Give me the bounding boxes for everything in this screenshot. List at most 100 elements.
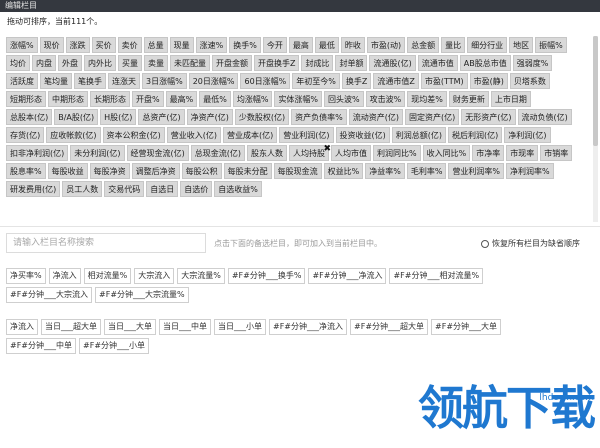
column-tag[interactable]: 总资产(亿) bbox=[138, 109, 185, 125]
column-tag[interactable]: 总现金流(亿) bbox=[190, 145, 245, 161]
column-tag[interactable]: 最高% bbox=[165, 91, 198, 107]
column-tag[interactable]: 流动负债(亿) bbox=[517, 109, 572, 125]
column-tag[interactable]: 资产负债率% bbox=[291, 109, 347, 125]
column-tag[interactable]: 地区 bbox=[509, 37, 534, 53]
search-input[interactable] bbox=[6, 233, 206, 253]
candidate-column[interactable]: 净流入 bbox=[48, 268, 81, 284]
column-tag[interactable]: 最高 bbox=[288, 37, 313, 53]
scrollbar[interactable] bbox=[593, 36, 598, 222]
candidate-column[interactable]: 净买率% bbox=[6, 268, 46, 284]
candidate-column[interactable]: 大宗流入 bbox=[134, 268, 175, 284]
candidate-column[interactable]: 当日___中单 bbox=[159, 319, 211, 335]
column-tag[interactable]: 短期形态 bbox=[6, 91, 46, 107]
column-tag[interactable]: 每股现金流 bbox=[273, 163, 322, 179]
column-tag[interactable]: 毛利率% bbox=[406, 163, 447, 179]
candidate-column[interactable]: #F#分钟___大宗流入 bbox=[6, 287, 93, 303]
column-tag[interactable]: 流通市值Z bbox=[373, 73, 419, 89]
column-tag[interactable]: 年初至今% bbox=[292, 73, 340, 89]
column-tag[interactable]: 自选日 bbox=[146, 181, 179, 197]
column-tag[interactable]: 内外比 bbox=[84, 55, 116, 71]
candidate-column[interactable]: #F#分钟___大宗流量% bbox=[95, 287, 189, 303]
column-tag[interactable]: 股息率% bbox=[6, 163, 46, 179]
column-tag[interactable]: 换手% bbox=[229, 37, 261, 53]
column-tag[interactable]: 封单额 bbox=[335, 55, 368, 71]
candidate-column[interactable]: #F#分钟___净流入 bbox=[308, 268, 387, 284]
column-tag[interactable]: H股(亿) bbox=[100, 109, 137, 125]
column-tag[interactable]: 封成比 bbox=[301, 55, 334, 71]
candidate-column[interactable]: #F#分钟___中单 bbox=[6, 338, 77, 354]
column-tag[interactable]: 无形资产(亿) bbox=[461, 109, 516, 125]
column-tag[interactable]: 未分利润(亿) bbox=[70, 145, 125, 161]
column-tag[interactable]: 未匹配量 bbox=[170, 55, 210, 71]
column-tag[interactable]: 市盈(动) bbox=[366, 37, 406, 53]
column-tag[interactable]: 投资收益(亿) bbox=[335, 127, 390, 143]
column-tag[interactable]: 净利润(亿) bbox=[504, 127, 551, 143]
column-tag[interactable]: 营业利润(亿) bbox=[279, 127, 334, 143]
column-tag[interactable]: 自选收益% bbox=[214, 181, 262, 197]
column-tag[interactable]: 开盘% bbox=[132, 91, 164, 107]
column-tag[interactable]: 总金额 bbox=[407, 37, 440, 53]
column-tag[interactable]: 昨收 bbox=[340, 37, 365, 53]
candidate-column[interactable]: #F#分钟___相对流量% bbox=[389, 268, 484, 284]
column-tag[interactable]: 人均持股 ✖ bbox=[289, 144, 331, 161]
column-tag[interactable]: 买量 bbox=[118, 55, 142, 71]
column-tag[interactable]: 每股收益 bbox=[47, 163, 88, 179]
column-tag[interactable]: 资本公积金(亿) bbox=[102, 127, 165, 143]
column-tag[interactable]: 今开 bbox=[262, 37, 287, 53]
column-tag[interactable]: 回头波% bbox=[324, 91, 364, 107]
column-tag[interactable]: 存货(亿) bbox=[6, 127, 45, 143]
candidate-column[interactable]: 当日___超大单 bbox=[41, 319, 101, 335]
column-tag[interactable]: 营业成本(亿) bbox=[223, 127, 278, 143]
column-tag[interactable]: 市现率 bbox=[506, 145, 539, 161]
column-tag[interactable]: 每股公积 bbox=[181, 163, 222, 179]
candidate-column[interactable]: #F#分钟___超大单 bbox=[350, 319, 429, 335]
column-tag[interactable]: 60日涨幅% bbox=[240, 73, 291, 89]
column-tag[interactable]: 量比 bbox=[441, 37, 466, 53]
column-tag[interactable]: AB股总市值 bbox=[459, 55, 511, 71]
candidate-column[interactable]: #F#分钟___小单 bbox=[79, 338, 150, 354]
column-tag[interactable]: 调整后净资 bbox=[131, 163, 180, 179]
column-tag[interactable]: 振幅% bbox=[535, 37, 567, 53]
column-tag[interactable]: 强弱度% bbox=[512, 55, 553, 71]
column-tag[interactable]: 流通市值 bbox=[417, 55, 458, 71]
column-tag[interactable]: 长期形态 bbox=[90, 91, 130, 107]
column-tag[interactable]: 总股本(亿) bbox=[6, 109, 53, 125]
column-tag[interactable]: 应收帐款(亿) bbox=[46, 127, 101, 143]
column-tag[interactable]: 少数股权(亿) bbox=[234, 109, 290, 125]
column-tag[interactable]: 员工人数 bbox=[62, 181, 103, 197]
column-tag[interactable]: 均价 bbox=[6, 55, 30, 71]
column-tag[interactable]: 卖量 bbox=[144, 55, 168, 71]
column-tag[interactable]: 利润总额(亿) bbox=[391, 127, 446, 143]
column-tag[interactable]: 现价 bbox=[39, 37, 64, 53]
column-tag[interactable]: 贝塔系数 bbox=[509, 73, 550, 89]
column-tag[interactable]: 市净率 bbox=[472, 145, 505, 161]
column-tag[interactable]: 总量 bbox=[143, 37, 168, 53]
candidate-column[interactable]: 当日___大单 bbox=[104, 319, 156, 335]
candidate-column[interactable]: #F#分钟___大单 bbox=[431, 319, 502, 335]
column-tag[interactable]: 内盘 bbox=[32, 55, 56, 71]
candidate-column[interactable]: 相对流量% bbox=[83, 268, 132, 284]
column-tag[interactable]: 开盘换手Z bbox=[254, 55, 300, 71]
column-tag[interactable]: 细分行业 bbox=[467, 37, 508, 53]
candidate-column[interactable]: #F#分钟___净流入 bbox=[269, 319, 348, 335]
column-tag[interactable]: 经营现金流(亿) bbox=[126, 145, 189, 161]
column-tag[interactable]: 流通股(亿) bbox=[369, 55, 416, 71]
candidate-column[interactable]: #F#分钟___换手% bbox=[227, 268, 306, 284]
column-tag[interactable]: 净资产(亿) bbox=[186, 109, 233, 125]
column-tag[interactable]: 营业利润率% bbox=[448, 163, 505, 179]
column-tag[interactable]: 自选价 bbox=[180, 181, 213, 197]
column-tag[interactable]: 买价 bbox=[91, 37, 116, 53]
column-tag[interactable]: 流动资产(亿) bbox=[348, 109, 404, 125]
column-tag[interactable]: 人均市值 bbox=[331, 145, 371, 161]
column-tag[interactable]: 利润同比% bbox=[373, 145, 421, 161]
column-tag[interactable]: 笔换手 bbox=[74, 73, 106, 89]
candidate-column[interactable]: 大宗流量% bbox=[177, 268, 225, 284]
column-tag[interactable]: 交易代码 bbox=[104, 181, 145, 197]
column-tag[interactable]: 现均差% bbox=[407, 91, 447, 107]
column-tag[interactable]: 税后利润(亿) bbox=[448, 127, 503, 143]
column-tag[interactable]: 涨速% bbox=[195, 37, 228, 53]
scrollbar-thumb[interactable] bbox=[593, 36, 598, 146]
column-tag[interactable]: 固定资产(亿) bbox=[405, 109, 460, 125]
column-tag[interactable]: 扣非净利润(亿) bbox=[6, 145, 69, 161]
column-tag[interactable]: 净益率% bbox=[365, 163, 405, 179]
